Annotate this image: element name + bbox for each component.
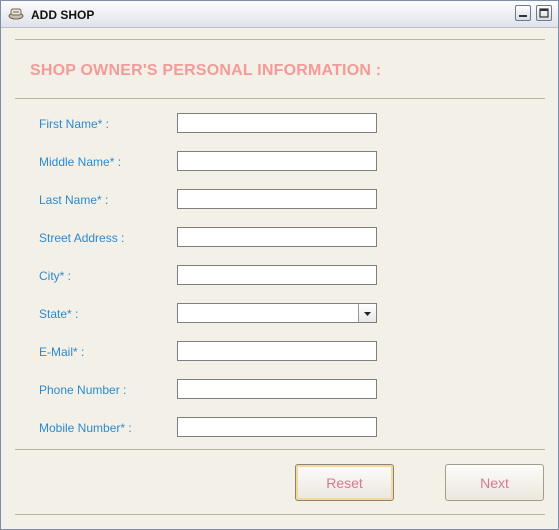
state-select[interactable] — [177, 303, 377, 323]
window-title: ADD SHOP — [31, 8, 95, 22]
last-name-input[interactable] — [177, 189, 377, 209]
city-input[interactable] — [177, 265, 377, 285]
minimize-icon — [519, 15, 527, 17]
title-bar[interactable]: ADD SHOP — [1, 1, 558, 28]
top-divider — [15, 39, 545, 40]
city-label: City* : — [39, 269, 72, 283]
minimize-button[interactable] — [515, 5, 531, 21]
chevron-down-icon — [364, 312, 371, 316]
footer-divider — [15, 449, 545, 450]
maximize-button[interactable] — [536, 5, 552, 21]
section-heading: SHOP OWNER'S PERSONAL INFORMATION : — [30, 62, 382, 79]
phone-number-label: Phone Number : — [39, 383, 127, 397]
bottom-divider — [15, 514, 545, 515]
email-input[interactable] — [177, 341, 377, 361]
next-button[interactable]: Next — [445, 464, 544, 501]
phone-number-input[interactable] — [177, 379, 377, 399]
middle-name-label: Middle Name* : — [39, 155, 122, 169]
first-name-label: First Name* : — [39, 117, 110, 131]
email-label: E-Mail* : — [39, 345, 85, 359]
street-address-input[interactable] — [177, 227, 377, 247]
shop-app-icon — [8, 7, 24, 20]
add-shop-window: ADD SHOP SHOP OWNER'S PERSONAL INFORMATI… — [0, 0, 559, 530]
last-name-label: Last Name* : — [39, 193, 109, 207]
heading-divider — [15, 98, 545, 99]
first-name-input[interactable] — [177, 113, 377, 133]
reset-button[interactable]: Reset — [295, 464, 394, 501]
mobile-number-input[interactable] — [177, 417, 377, 437]
state-dropdown-button[interactable] — [358, 304, 376, 322]
mobile-number-label: Mobile Number* : — [39, 421, 132, 435]
maximize-icon — [539, 8, 549, 18]
state-label: State* : — [39, 307, 79, 321]
middle-name-input[interactable] — [177, 151, 377, 171]
street-address-label: Street Address : — [39, 231, 125, 245]
